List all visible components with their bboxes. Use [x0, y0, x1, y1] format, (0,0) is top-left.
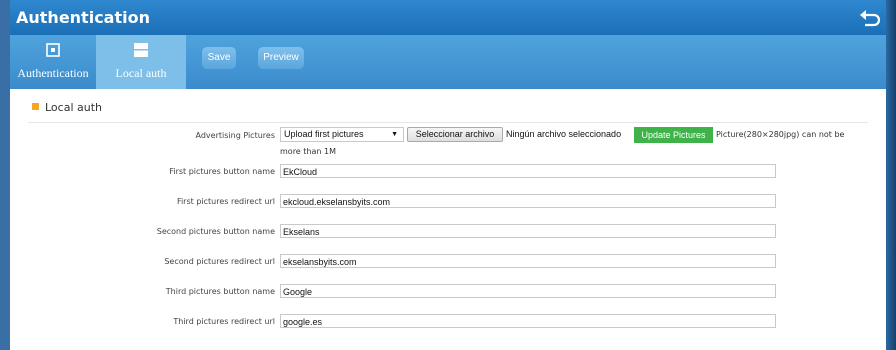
update-pictures-button[interactable]: Update Pictures — [634, 127, 713, 143]
section-header: Local auth — [32, 101, 102, 114]
first-button-name-field[interactable]: EkCloud — [280, 164, 776, 178]
tab-local-auth[interactable]: Local auth — [96, 35, 186, 89]
tab-authentication-label: Authentication — [17, 66, 89, 80]
back-icon[interactable] — [858, 7, 882, 29]
second-button-name-field[interactable]: Ekselans — [280, 224, 776, 238]
first-redirect-url-label: First pictures redirect url — [176, 197, 275, 206]
toolbar: Authentication Local auth Save Preview — [10, 35, 886, 89]
choose-file-button[interactable]: Seleccionar archivo — [407, 127, 503, 142]
window-icon — [133, 42, 149, 58]
picture-hint-continued: more than 1M — [280, 147, 336, 156]
section-title: Local auth — [45, 101, 103, 114]
picture-hint: Picture(280×280jpg) can not be — [716, 130, 845, 139]
page-title: Authentication — [16, 8, 150, 27]
third-redirect-url-field[interactable]: google.es — [280, 314, 776, 328]
third-button-name-label: Third pictures button name — [165, 287, 275, 296]
first-button-name-label: First pictures button name — [169, 167, 275, 176]
second-redirect-url-label: Second pictures redirect url — [164, 257, 275, 266]
bullet-icon — [32, 103, 39, 110]
second-button-name-label: Second pictures button name — [156, 227, 275, 236]
advertising-select-value: Upload first pictures — [284, 129, 364, 139]
window-frame-left — [0, 0, 10, 350]
divider — [28, 122, 868, 123]
square-dot-icon — [45, 42, 61, 58]
advertising-pictures-label: Advertising Pictures — [195, 131, 275, 140]
third-redirect-url-label: Third pictures redirect url — [173, 317, 275, 326]
advertising-select[interactable]: Upload first pictures ▼ — [280, 127, 404, 142]
tab-authentication[interactable]: Authentication — [10, 35, 96, 89]
save-button[interactable]: Save — [202, 47, 236, 69]
third-button-name-field[interactable]: Google — [280, 284, 776, 298]
title-bar: Authentication — [10, 0, 886, 35]
chevron-down-icon: ▼ — [391, 131, 398, 138]
tab-local-auth-label: Local auth — [115, 66, 167, 80]
preview-button[interactable]: Preview — [258, 47, 304, 69]
window-frame-right — [886, 0, 896, 350]
first-redirect-url-field[interactable]: ekcloud.ekselansbyits.com — [280, 194, 776, 208]
content-panel: Local auth Advertising Pictures Upload f… — [10, 89, 886, 350]
second-redirect-url-field[interactable]: ekselansbyits.com — [280, 254, 776, 268]
file-status: Ningún archivo seleccionado — [506, 129, 622, 139]
